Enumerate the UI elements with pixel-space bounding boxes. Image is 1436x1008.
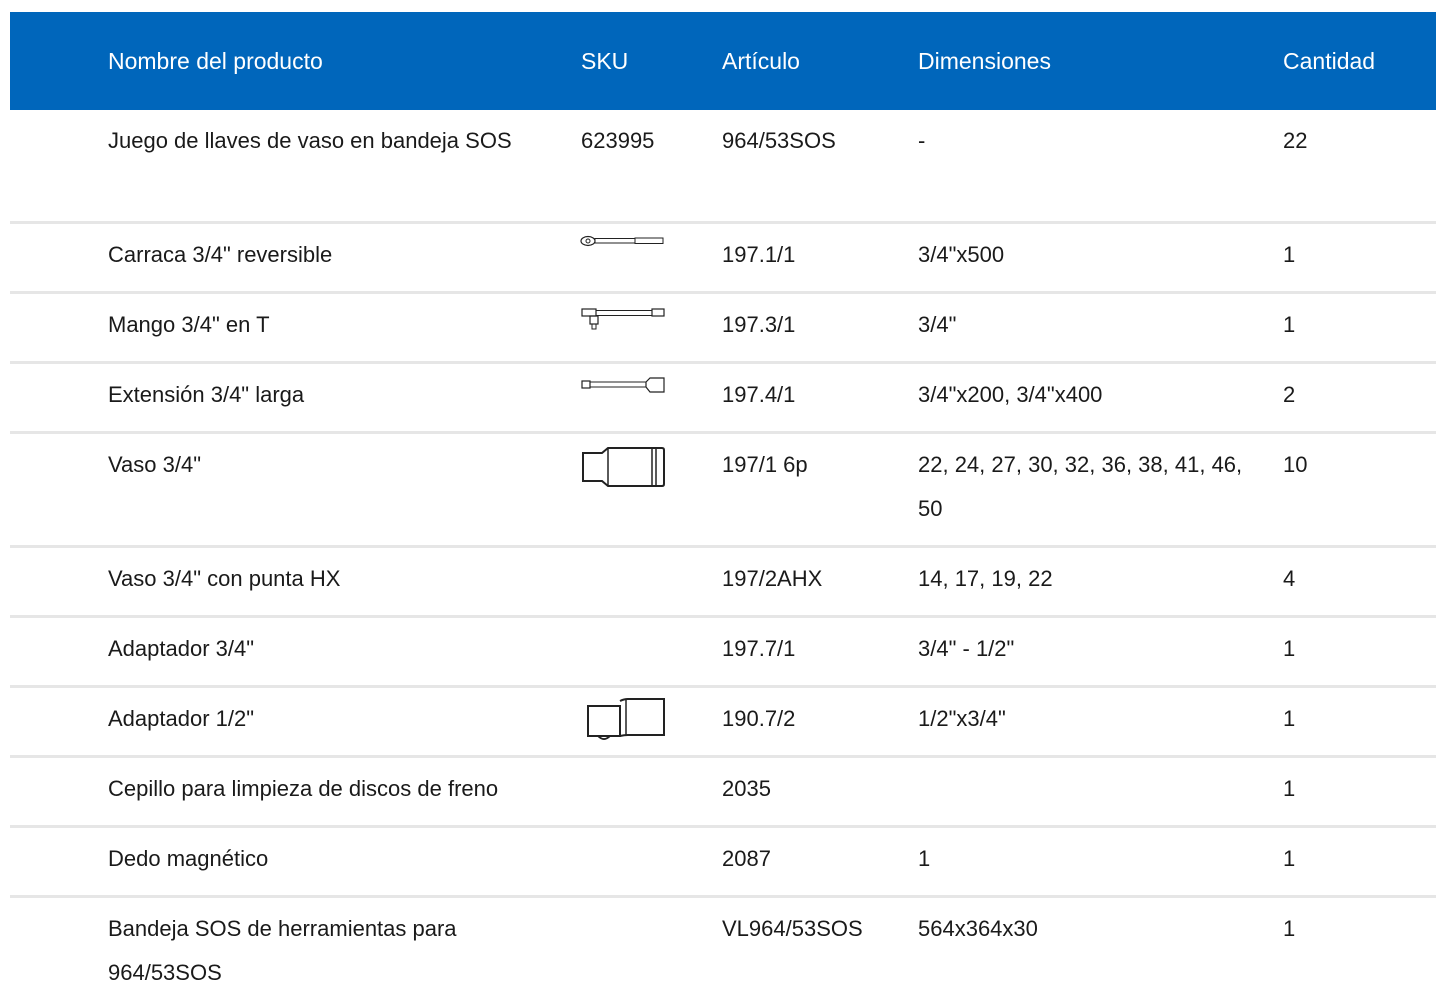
header-dimensions: Dimensiones: [918, 47, 1051, 74]
product-article: 2087: [722, 846, 771, 871]
table-row: Bandeja SOS de herramientas para 964/53S…: [10, 898, 1436, 1008]
product-name: Juego de llaves de vaso en bandeja SOS: [108, 128, 512, 153]
product-article: 2035: [722, 776, 771, 801]
product-quantity: 1: [1283, 776, 1296, 801]
product-article: 197.4/1: [722, 382, 796, 407]
header-name: Nombre del producto: [108, 47, 323, 74]
table-row: Vaso 3/4" con punta HX 197/2AHX 14, 17, …: [10, 548, 1436, 618]
product-quantity: 22: [1283, 128, 1308, 153]
product-article: 197/1 6p: [722, 452, 808, 477]
product-quantity: 2: [1283, 382, 1296, 407]
product-dimensions: 564x364x30: [918, 916, 1038, 941]
product-article: 197.3/1: [722, 312, 796, 337]
product-quantity: 10: [1283, 452, 1308, 477]
product-article: 190.7/2: [722, 706, 796, 731]
table-row: Juego de llaves de vaso en bandeja SOS 6…: [10, 110, 1436, 224]
product-quantity: 1: [1283, 242, 1296, 267]
product-sku: 623995: [581, 128, 655, 153]
product-name: Extensión 3/4" larga: [108, 382, 305, 407]
product-dimensions: 22, 24, 27, 30, 32, 36, 38, 41, 46, 50: [918, 452, 1243, 521]
product-name: Vaso 3/4" con punta HX: [108, 566, 341, 591]
ratchet-icon: [580, 234, 666, 248]
table-row: Adaptador 1/2" 190.7/2 1/2"x3/4" 1: [10, 688, 1436, 758]
product-quantity: 1: [1283, 636, 1296, 661]
socket-icon: [580, 445, 666, 489]
product-quantity: 1: [1283, 916, 1296, 941]
product-name: Cepillo para limpieza de discos de freno: [108, 776, 499, 801]
product-name: Vaso 3/4": [108, 452, 202, 477]
product-name: Mango 3/4" en T: [108, 312, 270, 337]
product-article: 197.1/1: [722, 242, 796, 267]
extension-bar-icon: [580, 376, 666, 396]
table-header: Nombre del producto SKU Artículo Dimensi…: [10, 12, 1436, 110]
product-dimensions: 1: [918, 846, 931, 871]
product-dimensions: 3/4"x500: [918, 242, 1005, 267]
product-name: Carraca 3/4" reversible: [108, 242, 333, 267]
table-row: Vaso 3/4" 197/1 6p 22, 24, 27, 30, 32, 3…: [10, 434, 1436, 548]
product-quantity: 1: [1283, 846, 1296, 871]
product-dimensions: [918, 758, 1258, 767]
product-quantity: 1: [1283, 706, 1296, 731]
product-dimensions: 1/2"x3/4": [918, 706, 1006, 731]
product-dimensions: 14, 17, 19, 22: [918, 566, 1053, 591]
product-dimensions: 3/4": [918, 312, 957, 337]
product-article: 197.7/1: [722, 636, 796, 661]
product-table: Nombre del producto SKU Artículo Dimensi…: [10, 12, 1436, 1008]
t-handle-icon: [580, 306, 666, 332]
product-name: Adaptador 1/2": [108, 706, 255, 731]
table-row: Mango 3/4" en T 197.3/1 3/4" 1: [10, 294, 1436, 364]
product-name: Bandeja SOS de herramientas para 964/53S…: [108, 916, 457, 985]
product-article: 964/53SOS: [722, 128, 836, 153]
product-name: Dedo magnético: [108, 846, 269, 871]
table-row: Dedo magnético 2087 1 1: [10, 828, 1436, 898]
product-article: 197/2AHX: [722, 566, 823, 591]
header-article: Artículo: [722, 47, 800, 74]
table-row: Cepillo para limpieza de discos de freno…: [10, 758, 1436, 828]
header-quantity: Cantidad: [1283, 47, 1376, 74]
product-dimensions: 3/4" - 1/2": [918, 636, 1015, 661]
product-dimensions: -: [918, 128, 926, 153]
product-quantity: 4: [1283, 566, 1296, 591]
header-sku: SKU: [581, 47, 629, 74]
table-row: Extensión 3/4" larga 197.4/1 3/4"x200, 3…: [10, 364, 1436, 434]
product-name: Adaptador 3/4": [108, 636, 255, 661]
table-row: Adaptador 3/4" 197.7/1 3/4" - 1/2" 1: [10, 618, 1436, 688]
product-article: VL964/53SOS: [722, 916, 863, 941]
adapter-icon: [584, 698, 668, 744]
table-row: Carraca 3/4" reversible 197.1/1 3/4"x500…: [10, 224, 1436, 294]
product-quantity: 1: [1283, 312, 1296, 337]
product-dimensions: 3/4"x200, 3/4"x400: [918, 382, 1103, 407]
